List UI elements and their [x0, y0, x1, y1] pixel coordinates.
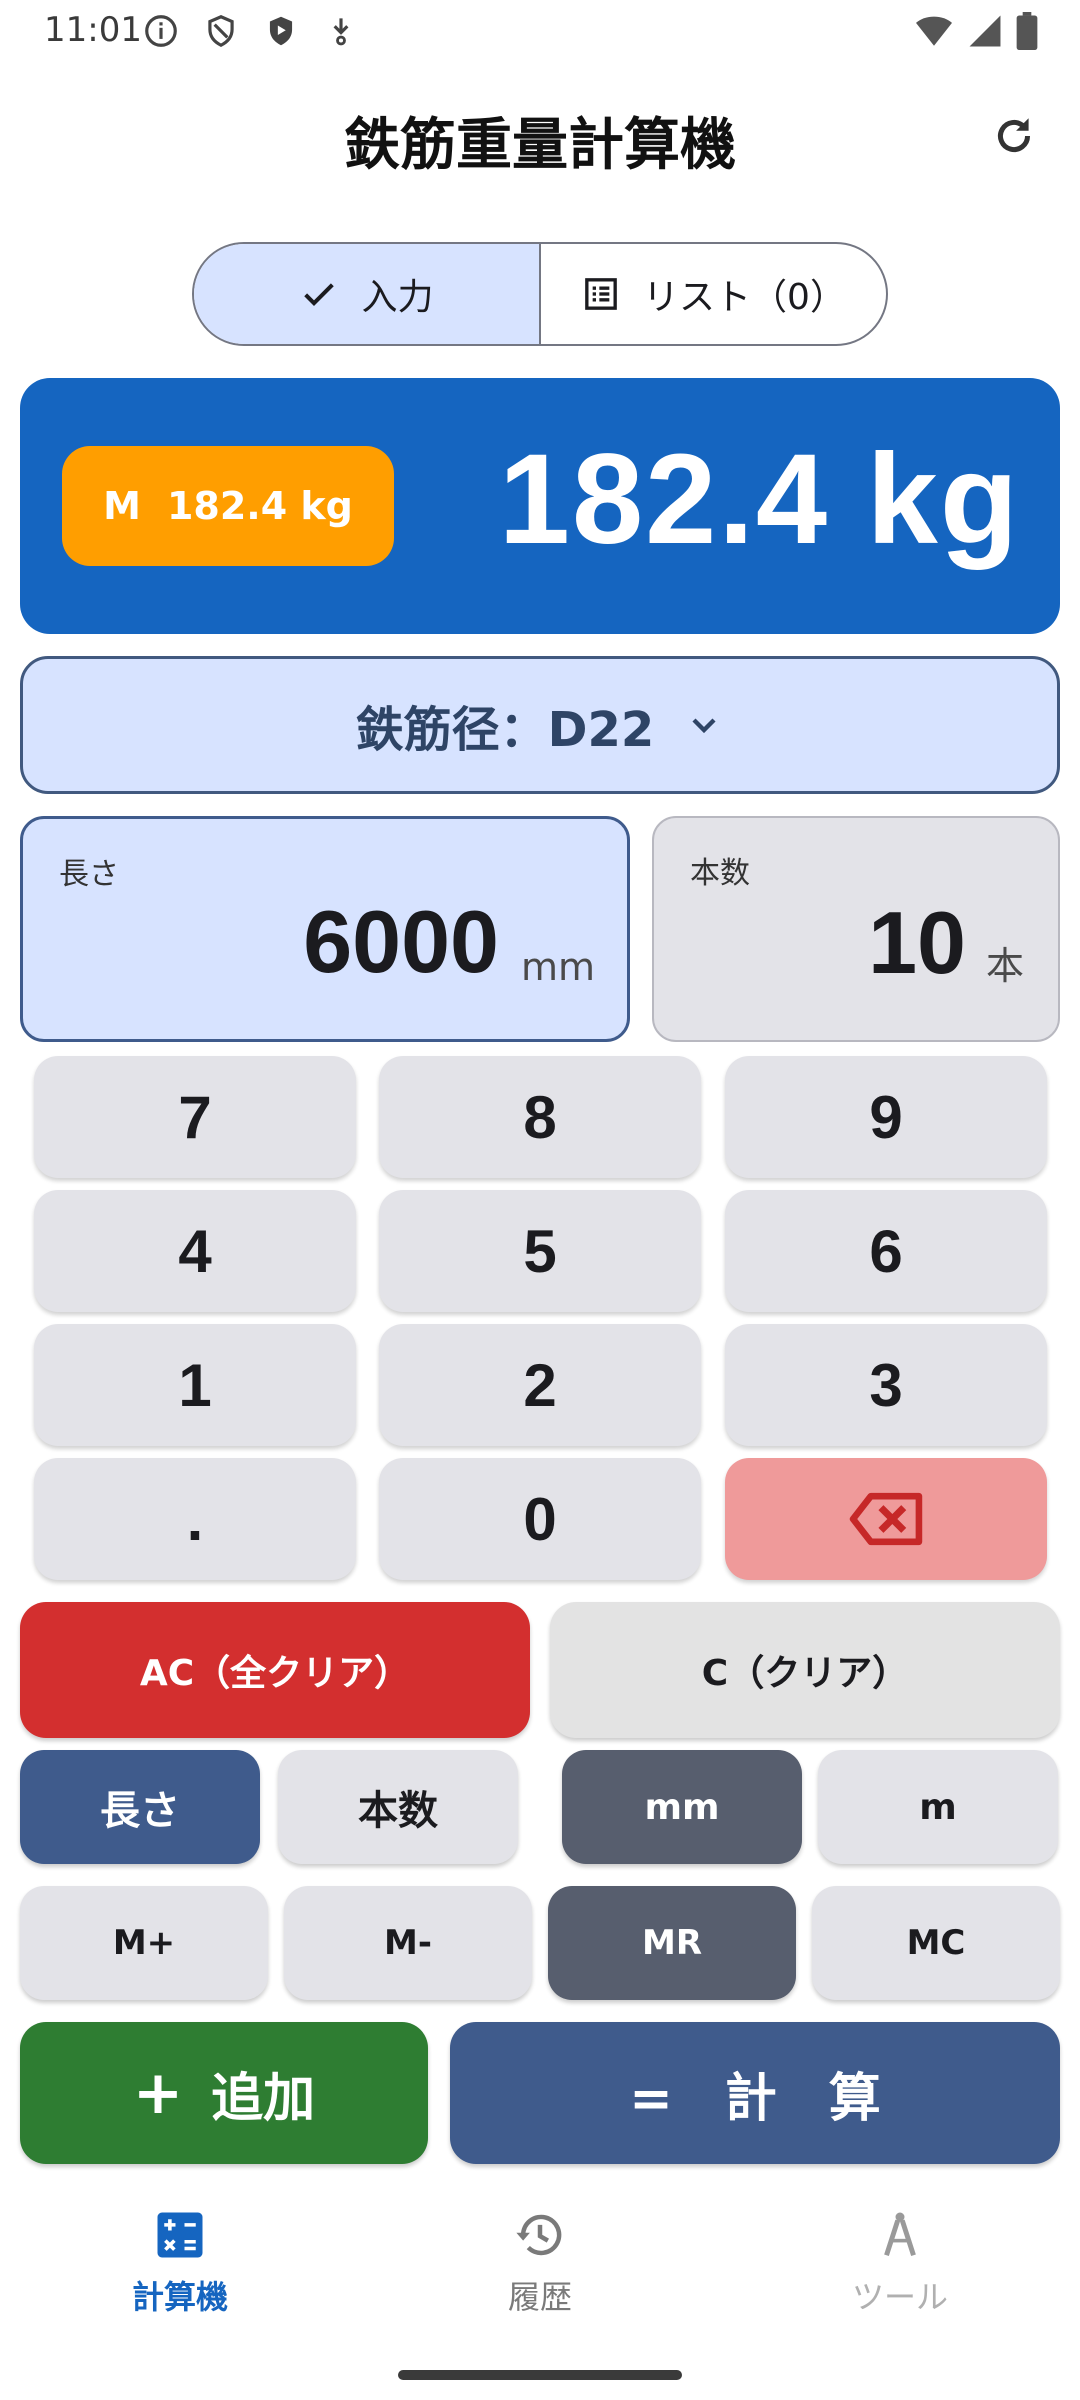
refresh-icon: [997, 118, 1031, 153]
tab-input[interactable]: 入力: [194, 244, 539, 344]
key-0[interactable]: 0: [379, 1458, 701, 1580]
key-4[interactable]: 4: [34, 1190, 356, 1312]
mode-length-button[interactable]: 長さ: [20, 1750, 260, 1864]
tab-input-label: 入力: [361, 277, 434, 318]
compass-tool-icon: [884, 2212, 916, 2257]
backspace-button[interactable]: [725, 1458, 1047, 1580]
clear-button[interactable]: C（クリア）: [550, 1602, 1060, 1738]
backspace-icon: [849, 1492, 923, 1546]
key-9[interactable]: 9: [725, 1056, 1047, 1178]
total-weight: 182.4 kg: [498, 428, 1020, 571]
memory-minus-button[interactable]: M-: [284, 1886, 532, 2000]
calculator-icon: [157, 2212, 203, 2258]
result-panel: M 182.4 kg 182.4 kg: [20, 378, 1060, 634]
unit-m-button[interactable]: m: [818, 1750, 1058, 1864]
battery-icon: [1016, 12, 1038, 50]
memory-recall-button[interactable]: MR: [548, 1886, 796, 2000]
mode-segmented-control: 入力 リスト（0）: [192, 242, 888, 346]
check-icon: [304, 283, 335, 306]
length-value: 6000: [303, 892, 499, 991]
nav-tools-label: ツール: [851, 2278, 948, 2316]
home-indicator[interactable]: [398, 2370, 682, 2380]
length-unit: mm: [520, 945, 595, 989]
memory-plus-button[interactable]: M+: [20, 1886, 268, 2000]
key-6[interactable]: 6: [725, 1190, 1047, 1312]
nav-calculator-label: 計算機: [131, 2278, 228, 2316]
key-2[interactable]: 2: [379, 1324, 701, 1446]
key-1[interactable]: 1: [34, 1324, 356, 1446]
length-field-label: 長さ: [59, 857, 119, 892]
nav-history-label: 履歴: [507, 2278, 572, 2316]
plus-icon: +: [132, 2058, 184, 2128]
key-8[interactable]: 8: [379, 1056, 701, 1178]
key-decimal[interactable]: .: [34, 1458, 356, 1580]
diameter-selector[interactable]: 鉄筋径：D22: [20, 656, 1060, 794]
history-icon: [516, 2214, 562, 2256]
memory-clear-button[interactable]: MC: [812, 1886, 1060, 2000]
bottom-navigation: 計算機 履歴 ツール: [0, 2184, 1080, 2400]
refresh-button[interactable]: [986, 108, 1042, 164]
count-field-label: 本数: [690, 856, 750, 891]
info-icon: [145, 15, 177, 47]
shield-outline-icon: [208, 15, 234, 48]
add-button[interactable]: + 追加: [20, 2022, 428, 2164]
count-unit: 本: [985, 944, 1024, 988]
unit-mm-button[interactable]: mm: [562, 1750, 802, 1864]
download-status-icon: [333, 18, 349, 46]
all-clear-button[interactable]: AC（全クリア）: [20, 1602, 530, 1738]
calculate-button[interactable]: = 計 算: [450, 2022, 1060, 2164]
add-button-label: 追加: [211, 2068, 316, 2129]
shield-play-icon: [269, 16, 293, 46]
tab-list[interactable]: リスト（0）: [539, 244, 886, 344]
count-field[interactable]: 本数 10 本: [652, 816, 1060, 1042]
signal-icon: [969, 15, 1001, 47]
chevron-down-icon: [692, 718, 716, 734]
status-time: 11:01: [44, 10, 142, 50]
memory-chip: M 182.4 kg: [62, 446, 394, 566]
diameter-label: 鉄筋径：D22: [355, 702, 655, 758]
nav-history[interactable]: 履歴: [440, 2208, 640, 2318]
mode-count-button[interactable]: 本数: [278, 1750, 518, 1864]
calculate-button-label: = 計 算: [629, 2068, 881, 2129]
key-7[interactable]: 7: [34, 1056, 356, 1178]
length-field[interactable]: 長さ 6000 mm: [20, 816, 630, 1042]
app-title: 鉄筋重量計算機: [344, 113, 736, 178]
nav-tools[interactable]: ツール: [800, 2208, 1000, 2318]
list-icon: [585, 278, 617, 310]
memory-value: 182.4 kg: [166, 484, 353, 528]
memory-prefix: M: [103, 484, 141, 528]
tab-list-label: リスト（0）: [643, 277, 846, 318]
status-bar: 11:01: [0, 0, 1080, 64]
count-value: 10: [868, 893, 966, 992]
key-3[interactable]: 3: [725, 1324, 1047, 1446]
nav-calculator[interactable]: 計算機: [80, 2208, 280, 2318]
wifi-icon: [916, 16, 952, 46]
key-5[interactable]: 5: [379, 1190, 701, 1312]
